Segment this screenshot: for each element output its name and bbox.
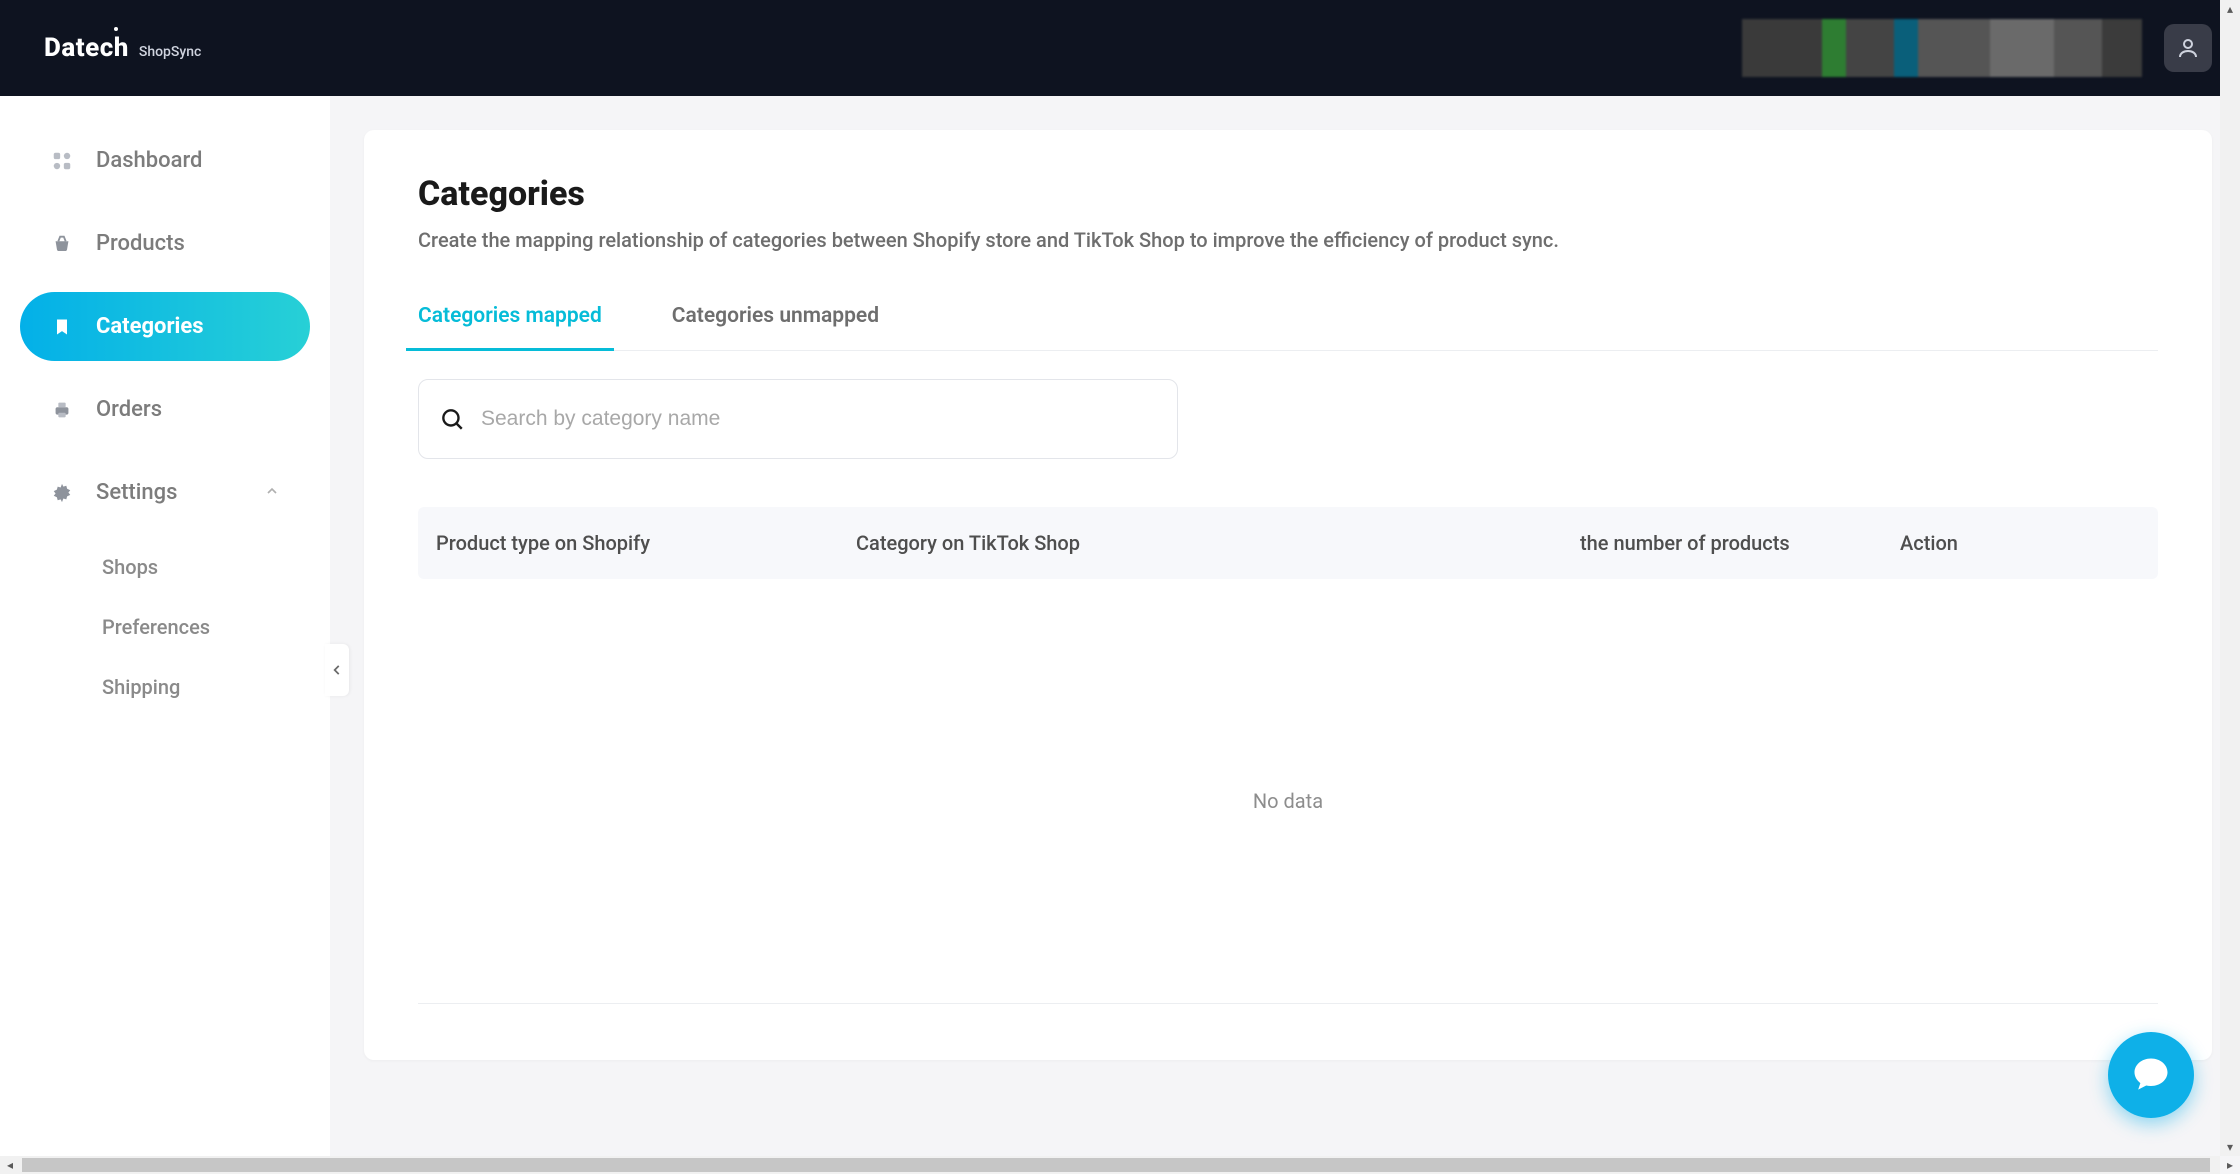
sidebar-item-label: Settings [96, 480, 177, 505]
brand-dot [114, 27, 118, 31]
brand-logo: Datech ShopSync [44, 33, 201, 63]
printer-icon [50, 398, 74, 422]
table-header: Product type on Shopify Category on TikT… [418, 507, 2158, 579]
page-title: Categories [418, 174, 2158, 214]
sidebar-item-label: Products [96, 231, 185, 256]
sidebar-item-label: Categories [96, 314, 204, 339]
scroll-up-arrow[interactable]: ▴ [2220, 0, 2240, 18]
sidebar-item-label: Dashboard [96, 148, 202, 173]
brand-main-text: Datech [44, 33, 129, 63]
empty-state: No data [418, 579, 2158, 1003]
sidebar-item-categories[interactable]: Categories [20, 292, 310, 361]
vertical-scrollbar[interactable]: ▴ ▾ [2220, 0, 2240, 1156]
tab-categories-mapped[interactable]: Categories mapped [418, 286, 602, 350]
tabs: Categories mapped Categories unmapped [418, 286, 2158, 351]
tab-label: Categories mapped [418, 304, 602, 328]
sidebar-subitem-label: Shipping [102, 675, 180, 699]
chat-icon [2129, 1053, 2173, 1097]
user-icon [2176, 36, 2200, 60]
gear-icon [50, 481, 74, 505]
sidebar-item-dashboard[interactable]: Dashboard [20, 126, 310, 195]
tab-label: Categories unmapped [672, 304, 879, 328]
search-container [418, 379, 2158, 459]
sidebar-collapse-button[interactable] [325, 644, 349, 696]
sidebar: Dashboard Products Categories Orders Set [0, 96, 330, 1156]
grid-icon [50, 149, 74, 173]
content-panel: Categories Create the mapping relationsh… [364, 130, 2212, 1060]
table-col-tiktok-category: Category on TikTok Shop [856, 531, 1580, 555]
sidebar-subitem-shipping[interactable]: Shipping [92, 661, 310, 713]
horizontal-scrollbar[interactable]: ◂ ▸ [0, 1156, 2220, 1174]
header-right [1742, 19, 2212, 77]
sidebar-subitem-label: Preferences [102, 615, 210, 639]
tab-categories-unmapped[interactable]: Categories unmapped [672, 286, 879, 350]
search-input[interactable] [481, 407, 1157, 431]
brand-main: Datech [44, 33, 129, 63]
chevron-left-icon [330, 663, 344, 677]
basket-icon [50, 232, 74, 256]
scroll-left-arrow[interactable]: ◂ [0, 1156, 20, 1174]
sidebar-subitem-preferences[interactable]: Preferences [92, 601, 310, 653]
user-button[interactable] [2164, 24, 2212, 72]
sidebar-item-products[interactable]: Products [20, 209, 310, 278]
table-col-product-count: the number of products [1580, 531, 1900, 555]
search-box [418, 379, 1178, 459]
brand-sub: ShopSync [139, 44, 202, 60]
main-content: Categories Create the mapping relationsh… [330, 96, 2240, 1156]
search-icon [439, 406, 465, 432]
sidebar-item-label: Orders [96, 397, 162, 422]
table-col-action: Action [1900, 531, 2140, 555]
scroll-right-arrow[interactable]: ▸ [2220, 1156, 2240, 1174]
panel-divider [418, 1003, 2158, 1004]
chevron-up-icon [264, 480, 280, 505]
sidebar-subitem-shops[interactable]: Shops [92, 541, 310, 593]
sidebar-item-orders[interactable]: Orders [20, 375, 310, 444]
sidebar-item-settings[interactable]: Settings [20, 458, 310, 527]
sidebar-subitem-label: Shops [102, 555, 158, 579]
redacted-strip [1742, 19, 2142, 77]
settings-children: Shops Preferences Shipping [20, 541, 310, 713]
chat-button[interactable] [2108, 1032, 2194, 1118]
scroll-down-arrow[interactable]: ▾ [2220, 1138, 2240, 1156]
scroll-thumb[interactable] [22, 1158, 2210, 1172]
table-col-product-type: Product type on Shopify [436, 531, 856, 555]
page-description: Create the mapping relationship of categ… [418, 228, 2158, 252]
bookmark-icon [50, 315, 74, 339]
app-header: Datech ShopSync [0, 0, 2240, 96]
